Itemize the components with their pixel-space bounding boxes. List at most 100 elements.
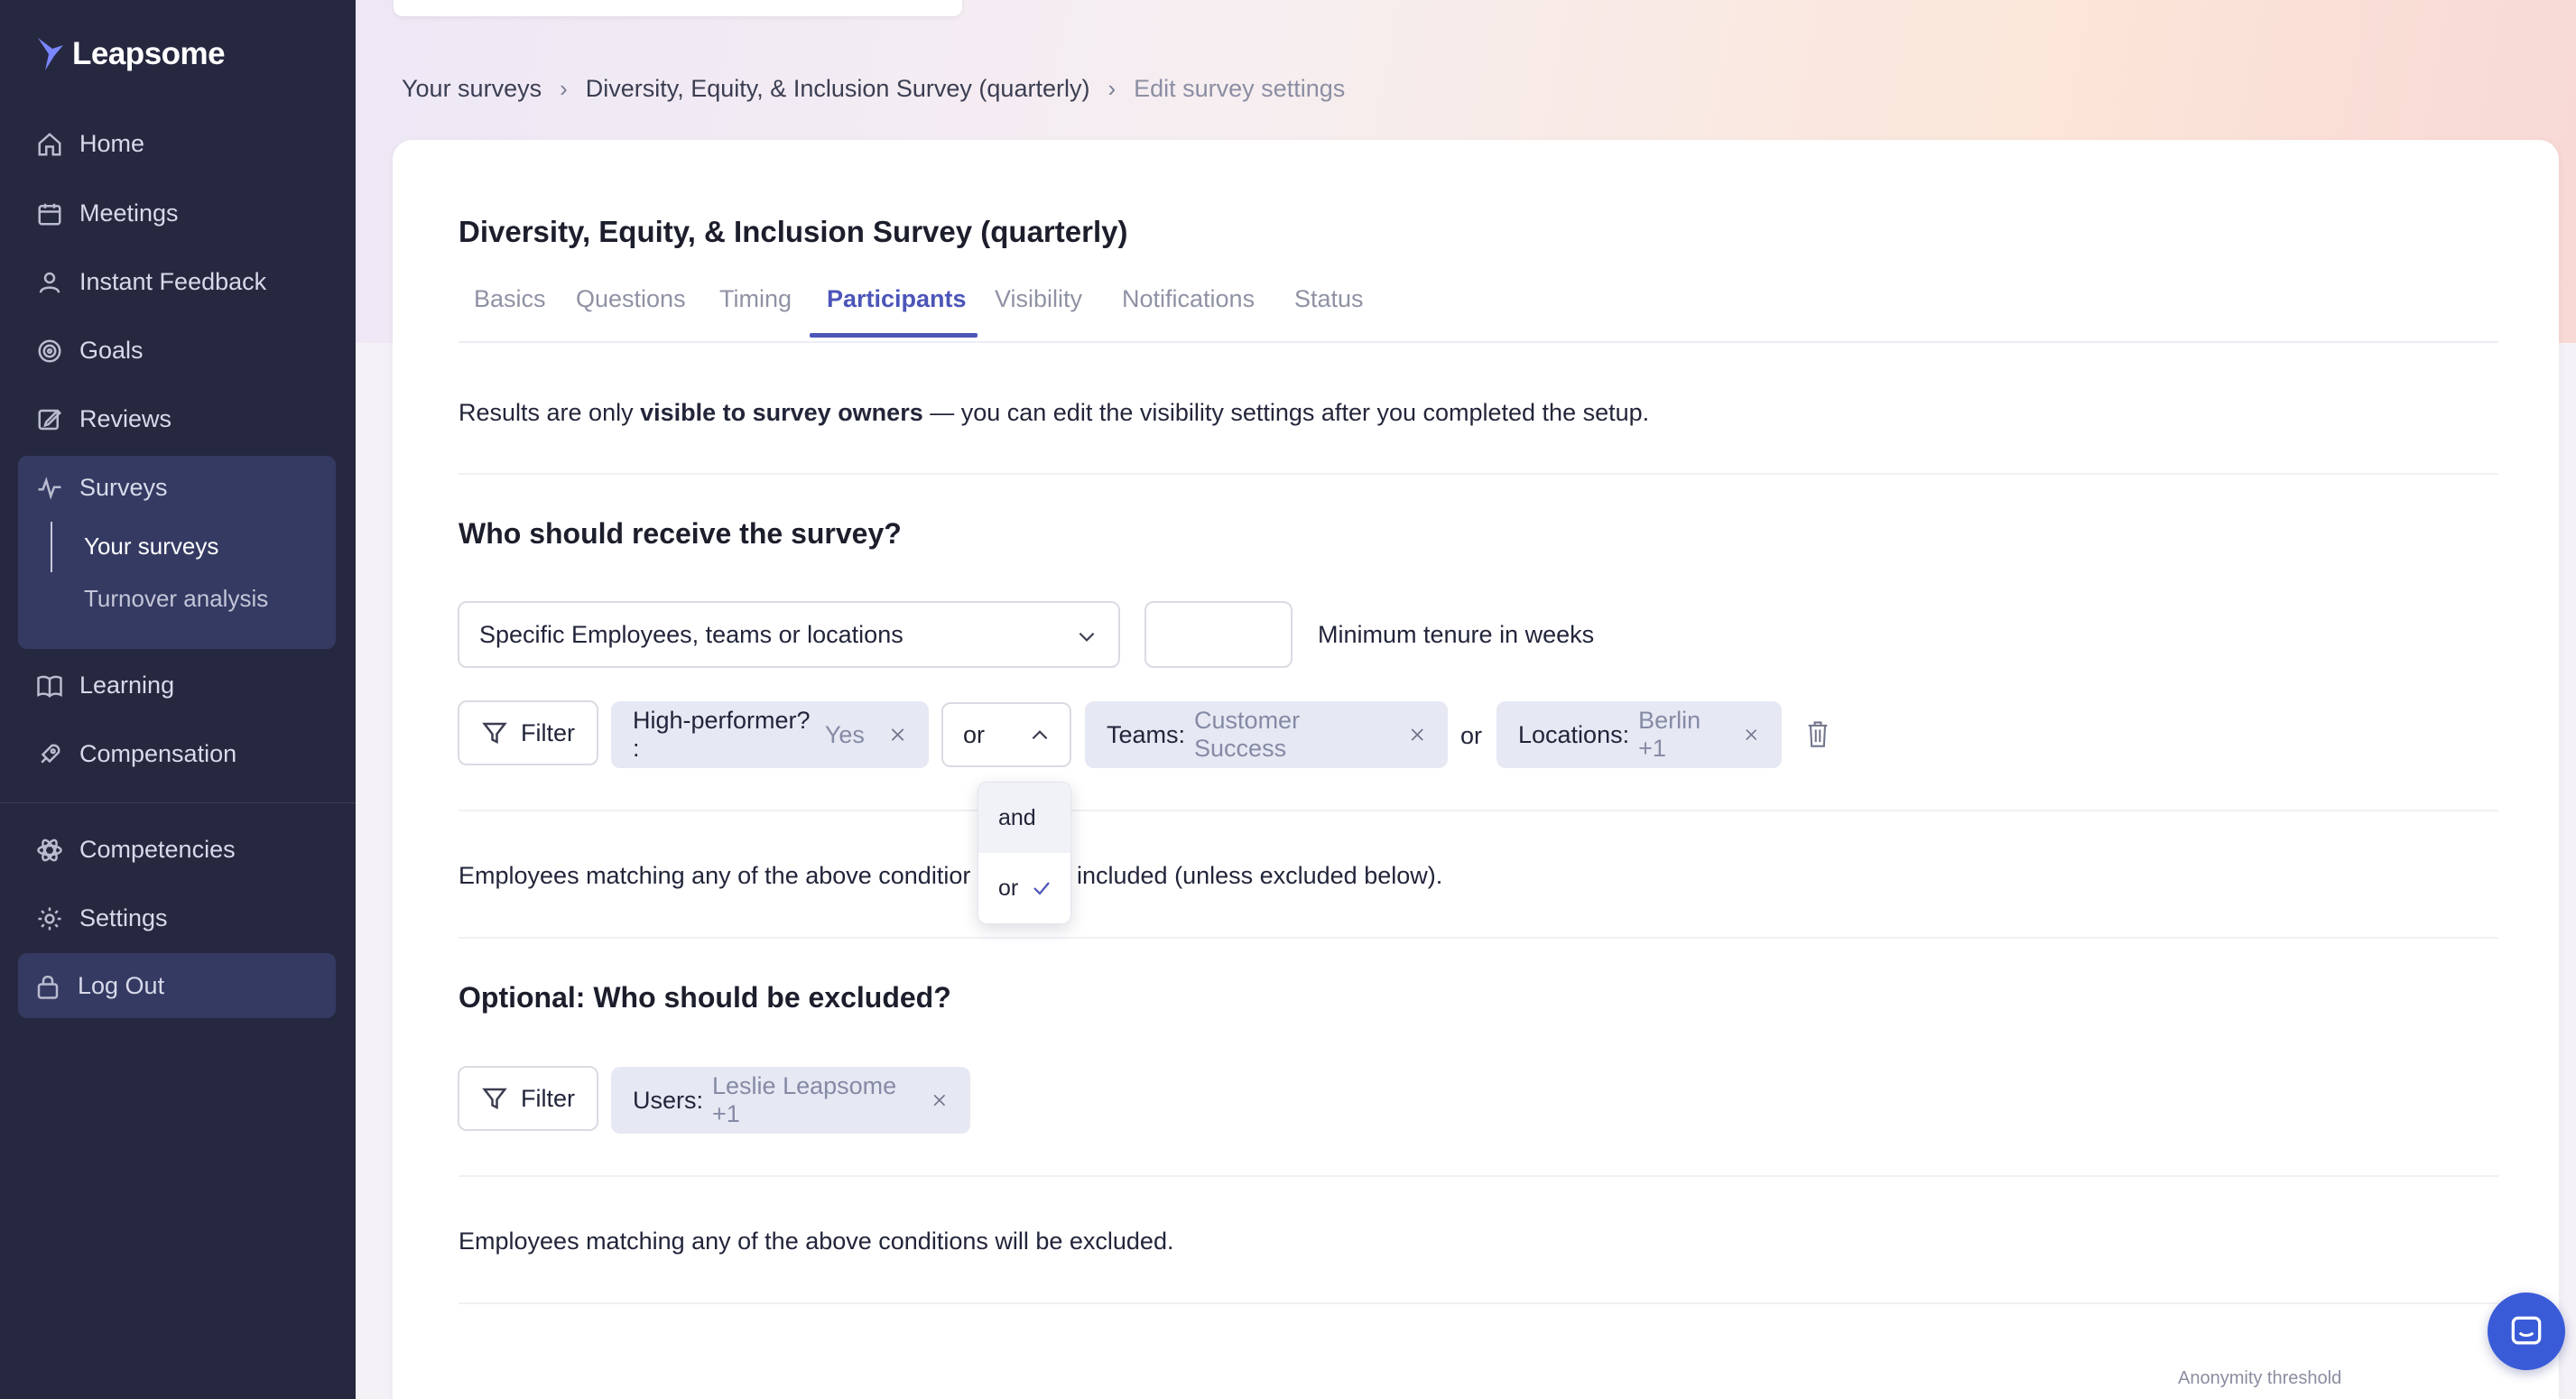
- filter-label: Filter: [521, 718, 575, 746]
- close-icon[interactable]: [931, 1090, 949, 1110]
- feedback-icon: [39, 272, 60, 293]
- close-icon[interactable]: [1743, 725, 1760, 745]
- sidebar-item-label: Compensation: [79, 740, 237, 767]
- trash-icon[interactable]: [1805, 719, 1830, 748]
- operator-dropdown: and or: [978, 782, 1071, 924]
- tab-participants[interactable]: Participants: [827, 285, 967, 313]
- sidebar-item-reviews[interactable]: Reviews: [36, 405, 171, 433]
- select-value: Specific Employees, teams or locations: [479, 620, 903, 648]
- tab-bar: Basics Questions Timing Participants Vis…: [459, 285, 2498, 343]
- chat-button[interactable]: [2488, 1292, 2565, 1370]
- subnav-indicator: [51, 522, 52, 572]
- leapsome-logo-icon: [38, 38, 63, 70]
- active-tab-indicator: [810, 333, 978, 338]
- exclude-note: Employees matching any of the above cond…: [459, 1228, 1174, 1255]
- info-prefix: Results are only: [459, 399, 641, 426]
- option-label: or: [998, 875, 1019, 901]
- sidebar-item-home[interactable]: Home: [36, 130, 144, 158]
- sidebar-subitem-turnover-analysis[interactable]: Turnover analysis: [84, 585, 268, 613]
- exclude-filter-button[interactable]: Filter: [458, 1066, 598, 1131]
- sidebar-item-label: Learning: [79, 672, 175, 699]
- chip-value: Yes: [824, 720, 865, 748]
- sidebar-item-label: Settings: [79, 904, 168, 931]
- filter-chip-teams[interactable]: Teams: Customer Success: [1085, 701, 1448, 768]
- dropdown-option-and[interactable]: and: [978, 783, 1070, 853]
- logout-label: Log Out: [78, 972, 165, 999]
- visibility-info: Results are only visible to survey owner…: [459, 399, 1649, 427]
- breadcrumb-your-surveys[interactable]: Your surveys: [402, 75, 542, 103]
- pulse-icon: [38, 476, 61, 500]
- participants-type-select[interactable]: Specific Employees, teams or locations: [458, 601, 1120, 668]
- tab-status[interactable]: Status: [1294, 285, 1364, 313]
- sidebar-item-label: Home: [79, 130, 145, 157]
- top-search-card[interactable]: [394, 0, 962, 16]
- atom-icon: [37, 838, 62, 861]
- filter-label: Filter: [521, 1084, 575, 1112]
- info-bold: visible to survey owners: [640, 399, 923, 426]
- rocket-icon: [41, 744, 60, 764]
- tab-notifications[interactable]: Notifications: [1122, 285, 1255, 313]
- breadcrumb-survey[interactable]: Diversity, Equity, & Inclusion Survey (q…: [586, 75, 1090, 103]
- chip-key: High-performer? :: [633, 707, 811, 762]
- check-icon: [1033, 882, 1051, 895]
- exclude-chip-users[interactable]: Users: Leslie Leapsome +1: [611, 1067, 970, 1134]
- close-icon[interactable]: [888, 725, 907, 745]
- filter-icon: [482, 722, 507, 745]
- chip-key: Users:: [633, 1086, 704, 1114]
- close-icon[interactable]: [1408, 725, 1426, 745]
- min-tenure-input[interactable]: [1144, 601, 1293, 668]
- sidebar-item-label: Goals: [79, 337, 144, 364]
- sidebar-item-meetings[interactable]: Meetings: [36, 199, 179, 227]
- gear-icon: [38, 907, 61, 930]
- min-tenure-label: Minimum tenure in weeks: [1318, 621, 1595, 648]
- sidebar-item-competencies[interactable]: Competencies: [36, 836, 236, 864]
- breadcrumb-current: Edit survey settings: [1134, 75, 1346, 102]
- sidebar-item-learning[interactable]: Learning: [36, 672, 174, 700]
- divider: [459, 810, 2498, 811]
- divider: [459, 1175, 2498, 1177]
- sidebar-subitem-your-surveys[interactable]: Your surveys: [84, 533, 218, 561]
- divider: [459, 937, 2498, 939]
- chevron-up-icon: [1032, 730, 1048, 740]
- sidebar-item-label: Reviews: [79, 405, 172, 432]
- chevron-right-icon: ›: [560, 75, 568, 102]
- dropdown-option-or[interactable]: or: [978, 853, 1070, 923]
- chip-value: Customer Success: [1194, 707, 1301, 762]
- sidebar-item-surveys[interactable]: Surveys: [36, 474, 168, 502]
- tab-timing[interactable]: Timing: [719, 285, 792, 313]
- sidebar-item-goals[interactable]: Goals: [36, 337, 144, 365]
- receive-note-right: included (unless excluded below).: [1077, 862, 1443, 889]
- divider: [459, 473, 2498, 475]
- exclude-section-title: Optional: Who should be excluded?: [459, 981, 951, 1014]
- tab-questions[interactable]: Questions: [576, 285, 686, 313]
- chip-value: Leslie Leapsome +1: [712, 1072, 897, 1127]
- chevron-right-icon: ›: [1107, 75, 1117, 102]
- leapsome-logo[interactable]: Leapsome: [36, 36, 226, 72]
- breadcrumb: Your surveys › Diversity, Equity, & Incl…: [402, 75, 1345, 103]
- sidebar-item-label: Surveys: [79, 474, 168, 501]
- chip-value: Berlin +1: [1638, 707, 1701, 762]
- book-icon: [37, 675, 62, 698]
- app-name: Leapsome: [72, 36, 226, 71]
- sidebar-item-compensation[interactable]: Compensation: [36, 740, 236, 768]
- operator-select[interactable]: or: [941, 702, 1071, 767]
- filter-chip-high-performer[interactable]: High-performer? : Yes: [611, 701, 929, 768]
- tab-visibility[interactable]: Visibility: [995, 285, 1082, 313]
- sidebar: Leapsome Home Meetings Instant Feedback …: [0, 0, 356, 1399]
- filter-icon: [482, 1088, 507, 1110]
- sidebar-item-settings[interactable]: Settings: [36, 904, 168, 932]
- lock-icon: [37, 975, 59, 999]
- receive-section-title: Who should receive the survey?: [459, 517, 902, 550]
- edit-icon: [38, 408, 62, 430]
- filter-chip-locations[interactable]: Locations: Berlin +1: [1496, 701, 1782, 768]
- calendar-icon: [38, 203, 61, 225]
- filter-button[interactable]: Filter: [458, 700, 598, 765]
- tab-basics[interactable]: Basics: [474, 285, 546, 313]
- logout-row[interactable]: Log Out: [34, 972, 164, 1000]
- sidebar-item-label: Instant Feedback: [79, 268, 267, 295]
- info-suffix: — you can edit the visibility settings a…: [922, 399, 1650, 426]
- anonymity-threshold-label: Anonymity threshold: [2178, 1368, 2342, 1388]
- sidebar-item-label: Competencies: [79, 836, 236, 863]
- home-icon: [38, 132, 61, 155]
- sidebar-item-instant-feedback[interactable]: Instant Feedback: [36, 268, 266, 296]
